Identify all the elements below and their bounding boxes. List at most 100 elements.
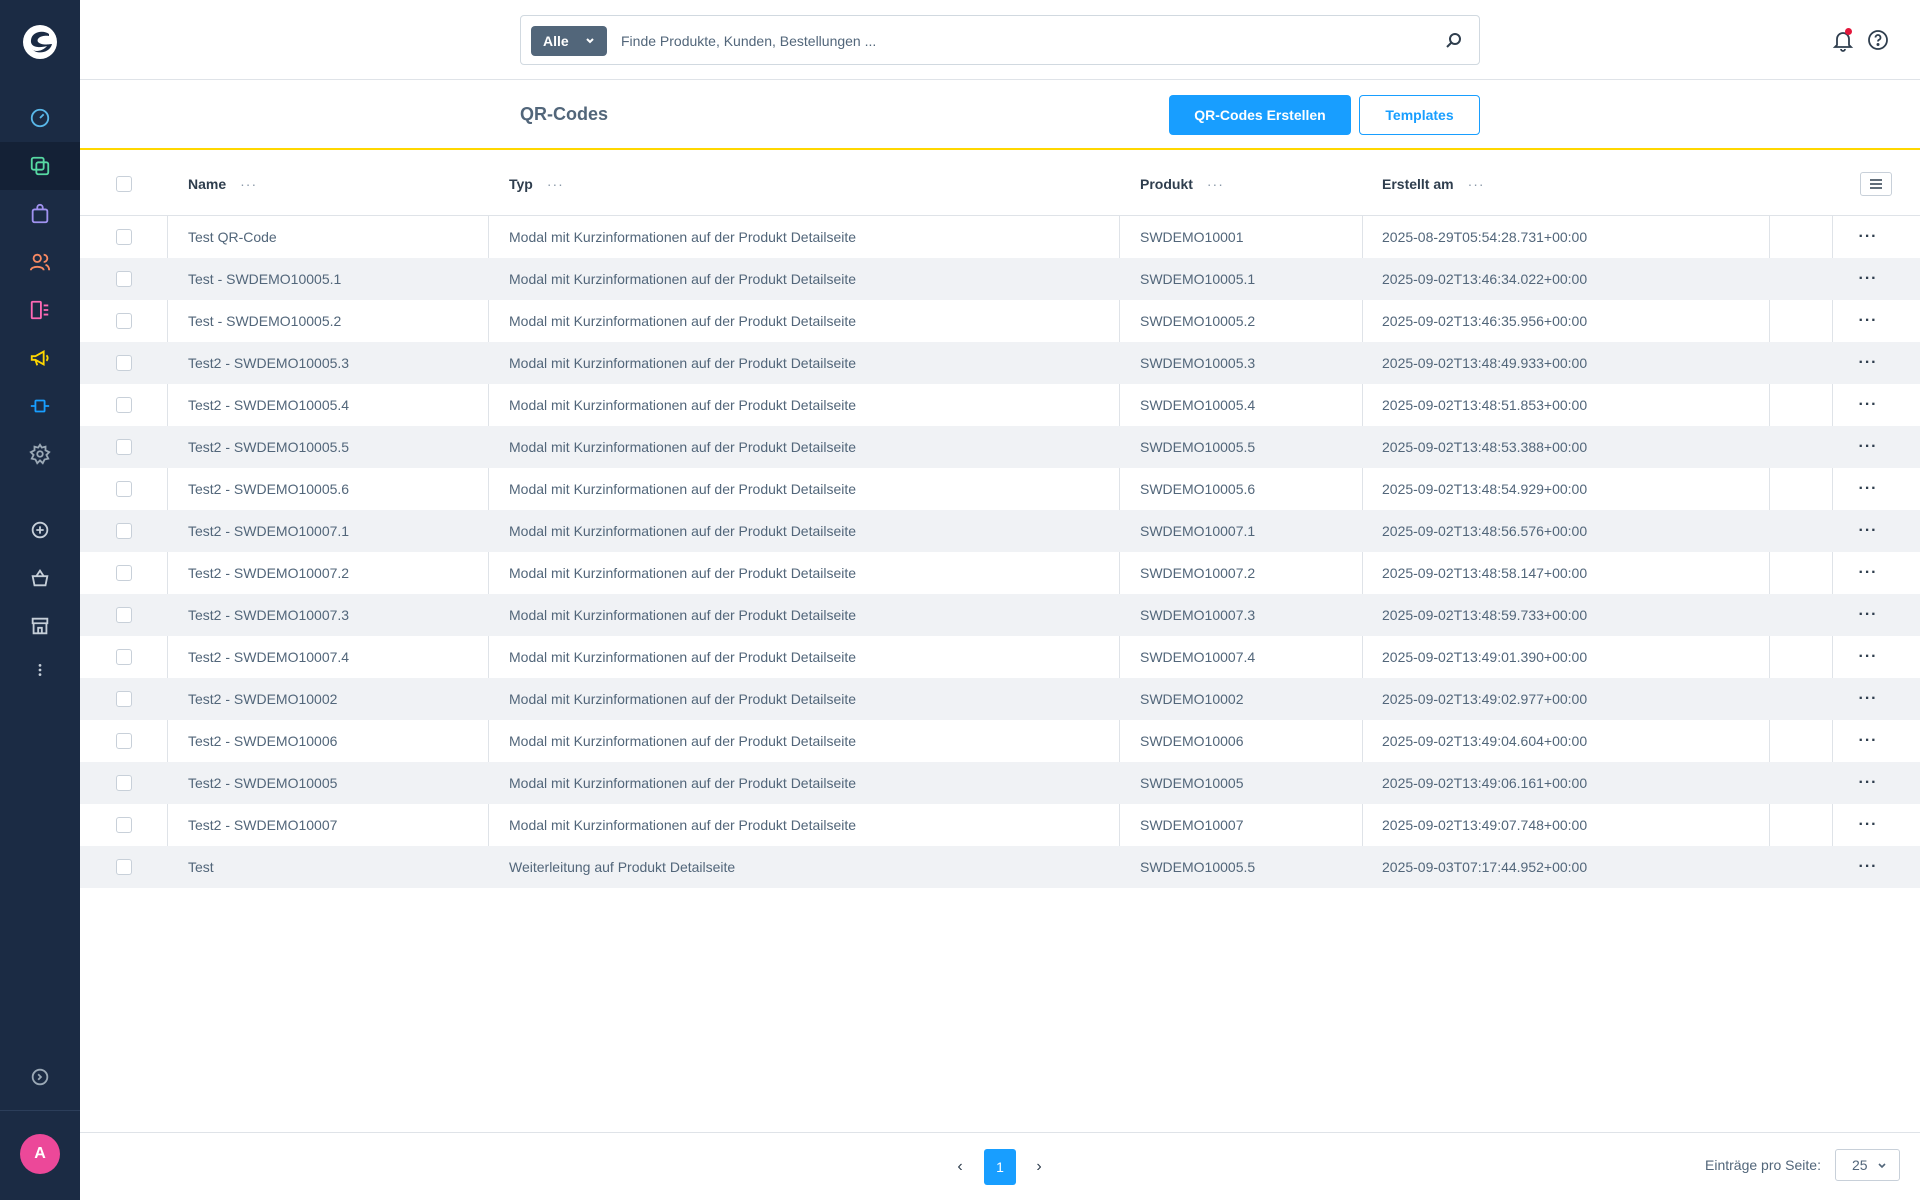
table-row[interactable]: Test2 - SWDEMO10005.6 Modal mit Kurzinfor… [80,468,1920,510]
pagination-prev-button[interactable]: ‹ [948,1149,972,1185]
search-icon[interactable] [1445,31,1463,49]
pagination-next-button[interactable]: › [1027,1149,1051,1185]
sidebar-item-basket[interactable] [0,554,80,602]
table-row[interactable]: Test2 - SWDEMO10007.4 Modal mit Kurzinfor… [80,636,1920,678]
column-header-produkt[interactable]: Produkt ··· [1140,152,1224,215]
cell-name[interactable]: Test2 - SWDEMO10005.6 [188,468,349,510]
sidebar-item-customers[interactable] [0,238,80,286]
column-menu-icon[interactable]: ··· [1468,176,1485,192]
row-checkbox[interactable] [116,313,132,329]
select-all-checkbox[interactable] [116,175,132,192]
row-actions-icon[interactable]: ··· [1859,523,1878,539]
cell-name[interactable]: Test2 - SWDEMO10005 [188,762,337,804]
row-checkbox[interactable] [116,859,132,875]
table-row[interactable]: Test - SWDEMO10005.1 Modal mit Kurzinform… [80,258,1920,300]
table-row[interactable]: Test - SWDEMO10005.2 Modal mit Kurzinform… [80,300,1920,342]
column-menu-icon[interactable]: ··· [240,176,257,192]
create-qr-codes-button[interactable]: QR-Codes Erstellen [1169,95,1351,135]
table-row[interactable]: Test2 - SWDEMO10007.3 Modal mit Kurzinfor… [80,594,1920,636]
user-avatar[interactable]: A [20,1134,60,1174]
row-actions-icon[interactable]: ··· [1859,859,1878,875]
row-actions-icon[interactable]: ··· [1859,355,1878,371]
shopware-logo-icon[interactable] [20,22,60,62]
per-page-select[interactable]: 25 [1835,1149,1900,1181]
row-actions-icon[interactable]: ··· [1859,481,1878,497]
table-row[interactable]: Test2 - SWDEMO10007 Modal mit Kurzinforma… [80,804,1920,846]
row-actions-icon[interactable]: ··· [1859,565,1878,581]
cell-name[interactable]: Test [188,846,214,888]
row-checkbox[interactable] [116,397,132,413]
sidebar-item-orders[interactable] [0,190,80,238]
templates-button[interactable]: Templates [1359,95,1480,135]
column-header-erstellt-am[interactable]: Erstellt am ··· [1382,152,1485,215]
cell-name[interactable]: Test - SWDEMO10005.1 [188,258,341,300]
row-actions-icon[interactable]: ··· [1859,313,1878,329]
grid-settings-button[interactable] [1860,172,1892,196]
sidebar-item-content[interactable] [0,286,80,334]
row-checkbox[interactable] [116,355,132,371]
row-checkbox[interactable] [116,775,132,791]
table-row[interactable]: Test2 - SWDEMO10005.5 Modal mit Kurzinfor… [80,426,1920,468]
sidebar-item-more[interactable] [0,646,80,694]
sidebar-item-add[interactable] [0,506,80,554]
sidebar-collapse-button[interactable] [0,1053,80,1101]
table-row[interactable]: Test Weiterleitung auf Produkt Detailseit… [80,846,1920,888]
column-menu-icon[interactable]: ··· [547,176,564,192]
column-menu-icon[interactable]: ··· [1207,176,1224,192]
row-checkbox[interactable] [116,733,132,749]
row-checkbox[interactable] [116,565,132,581]
sidebar-item-products[interactable] [0,142,80,190]
row-actions-icon[interactable]: ··· [1859,607,1878,623]
row-checkbox[interactable] [116,817,132,833]
row-actions-icon[interactable]: ··· [1859,775,1878,791]
row-actions-icon[interactable]: ··· [1859,817,1878,833]
row-checkbox[interactable] [116,649,132,665]
row-actions-icon[interactable]: ··· [1859,271,1878,287]
sidebar-item-settings[interactable] [0,430,80,478]
sidebar-item-dashboard[interactable] [0,94,80,142]
cell-name[interactable]: Test2 - SWDEMO10002 [188,678,337,720]
sidebar-item-extensions[interactable] [0,382,80,430]
row-actions-icon[interactable]: ··· [1859,733,1878,749]
row-checkbox[interactable] [116,691,132,707]
cell-name[interactable]: Test2 - SWDEMO10007.1 [188,510,349,552]
cell-name[interactable]: Test QR-Code [188,216,277,258]
search-type-select[interactable]: Alle [531,26,607,56]
table-row[interactable]: Test2 - SWDEMO10005.3 Modal mit Kurzinfor… [80,342,1920,384]
table-row[interactable]: Test2 - SWDEMO10005 Modal mit Kurzinforma… [80,762,1920,804]
cell-name[interactable]: Test2 - SWDEMO10007 [188,804,337,846]
column-header-typ[interactable]: Typ ··· [509,152,564,215]
row-actions-icon[interactable]: ··· [1859,439,1878,455]
column-header-name[interactable]: Name ··· [188,152,257,215]
cell-name[interactable]: Test2 - SWDEMO10005.4 [188,384,349,426]
cell-name[interactable]: Test2 - SWDEMO10007.2 [188,552,349,594]
notifications-button[interactable] [1831,28,1855,52]
row-actions-icon[interactable]: ··· [1859,691,1878,707]
cell-name[interactable]: Test2 - SWDEMO10007.4 [188,636,349,678]
cell-name[interactable]: Test - SWDEMO10005.2 [188,300,341,342]
row-actions-icon[interactable]: ··· [1859,649,1878,665]
search-input[interactable] [621,26,1421,56]
table-row[interactable]: Test2 - SWDEMO10005.4 Modal mit Kurzinfor… [80,384,1920,426]
sidebar-item-marketing[interactable] [0,334,80,382]
table-row[interactable]: Test2 - SWDEMO10002 Modal mit Kurzinforma… [80,678,1920,720]
cell-name[interactable]: Test2 - SWDEMO10005.5 [188,426,349,468]
pagination-page-button[interactable]: 1 [984,1149,1016,1185]
row-checkbox[interactable] [116,607,132,623]
table-row[interactable]: Test2 - SWDEMO10007.2 Modal mit Kurzinfor… [80,552,1920,594]
row-checkbox[interactable] [116,439,132,455]
row-checkbox[interactable] [116,523,132,539]
table-row[interactable]: Test2 - SWDEMO10006 Modal mit Kurzinforma… [80,720,1920,762]
table-row[interactable]: Test2 - SWDEMO10007.1 Modal mit Kurzinfor… [80,510,1920,552]
row-actions-icon[interactable]: ··· [1859,229,1878,245]
row-actions-icon[interactable]: ··· [1859,397,1878,413]
cell-name[interactable]: Test2 - SWDEMO10005.3 [188,342,349,384]
sidebar-item-store[interactable] [0,602,80,650]
row-checkbox[interactable] [116,481,132,497]
help-icon[interactable] [1867,29,1889,51]
row-checkbox[interactable] [116,229,132,245]
cell-name[interactable]: Test2 - SWDEMO10007.3 [188,594,349,636]
table-row[interactable]: Test QR-Code Modal mit Kurzinformationen … [80,216,1920,258]
cell-name[interactable]: Test2 - SWDEMO10006 [188,720,337,762]
row-checkbox[interactable] [116,271,132,287]
